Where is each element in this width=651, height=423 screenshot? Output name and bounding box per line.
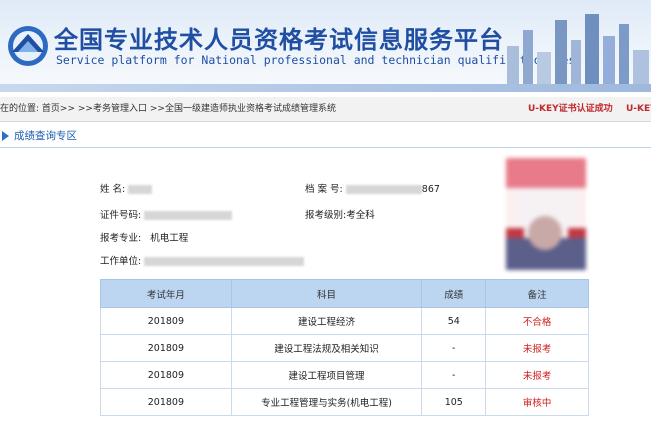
- cell-score: 105: [421, 388, 487, 416]
- major-label: 报考专业:: [100, 233, 142, 244]
- breadcrumb-trail: 在的位置: 首页>> >>考务管理入口 >>全国一级建造师执业资格考试成绩管理系…: [0, 97, 336, 121]
- name-label: 姓 名:: [100, 184, 126, 195]
- name-value-redacted: [128, 185, 153, 194]
- col-subject: 科目: [230, 279, 423, 308]
- cell-subject: 建设工程项目管理: [230, 361, 423, 389]
- archive-label: 档 案 号:: [305, 184, 343, 195]
- cell-date: 201809: [100, 388, 232, 416]
- name-field: 姓 名:: [100, 181, 153, 195]
- cell-score: 54: [421, 307, 487, 335]
- breadcrumb-system-link[interactable]: >>全国一级建造师执业资格考试成绩管理系统: [150, 104, 336, 114]
- site-banner: 全国专业技术人员资格考试信息服务平台 Service platform for …: [0, 0, 651, 92]
- table-row: 201809 建设工程法规及相关知识 - 未报考: [100, 334, 589, 362]
- work-label: 工作单位:: [100, 256, 142, 267]
- work-field: 工作单位:: [100, 253, 305, 267]
- candidate-photo: [506, 158, 586, 270]
- ukey-status: U-KEY证书认证成功: [528, 104, 613, 114]
- table-row: 201809 建设工程经济 54 不合格: [100, 307, 589, 335]
- col-note: 备注: [485, 279, 589, 308]
- cell-score: -: [421, 334, 487, 362]
- archive-value: 867: [421, 184, 440, 195]
- major-value: 机电工程: [150, 233, 189, 244]
- cell-date: 201809: [100, 334, 232, 362]
- major-field: 报考专业: 机电工程: [100, 230, 188, 244]
- cell-note: 审核中: [485, 388, 589, 416]
- work-value-redacted: [144, 257, 305, 266]
- breadcrumb: 在的位置: 首页>> >>考务管理入口 >>全国一级建造师执业资格考试成绩管理系…: [0, 97, 651, 122]
- breadcrumb-prefix: 在的位置:: [0, 104, 40, 114]
- site-logo-icon: [8, 26, 48, 66]
- section-header: 成绩查询专区: [0, 125, 651, 148]
- cell-subject: 建设工程经济: [230, 307, 423, 335]
- banner-stripe: [0, 84, 651, 92]
- ukey-status-cut: U-KEY: [626, 104, 651, 114]
- table-row: 201809 建设工程项目管理 - 未报考: [100, 361, 589, 389]
- table-row: 201809 专业工程管理与实务(机电工程) 105 审核中: [100, 388, 589, 416]
- level-field: 报考级别:考全科: [305, 207, 375, 221]
- arrow-right-icon: [2, 131, 9, 141]
- cell-subject: 建设工程法规及相关知识: [230, 334, 423, 362]
- cell-date: 201809: [100, 361, 232, 389]
- cell-score: -: [421, 361, 487, 389]
- level-label: 报考级别:: [305, 210, 347, 221]
- breadcrumb-exam-link[interactable]: >>考务管理入口: [78, 104, 147, 114]
- cell-note: 不合格: [485, 307, 589, 335]
- scores-table: 考试年月 科目 成绩 备注 201809 建设工程经济 54 不合格 20180…: [100, 279, 589, 416]
- cell-note: 未报考: [485, 361, 589, 389]
- breadcrumb-home-link[interactable]: 首页>>: [42, 104, 75, 114]
- id-field: 证件号码:: [100, 207, 233, 221]
- archive-value-redacted: [345, 185, 422, 194]
- archive-field: 档 案 号: 867: [305, 181, 440, 195]
- level-value: 考全科: [346, 210, 375, 221]
- cell-subject: 专业工程管理与实务(机电工程): [230, 388, 423, 416]
- id-value-redacted: [144, 211, 233, 220]
- col-score: 成绩: [421, 279, 487, 308]
- id-label: 证件号码:: [100, 210, 142, 221]
- city-skyline-icon: [507, 14, 649, 92]
- col-exam-date: 考试年月: [100, 279, 232, 308]
- table-header-row: 考试年月 科目 成绩 备注: [100, 279, 589, 308]
- section-title: 成绩查询专区: [14, 130, 77, 142]
- cell-note: 未报考: [485, 334, 589, 362]
- site-title: 全国专业技术人员资格考试信息服务平台: [54, 26, 504, 54]
- cell-date: 201809: [100, 307, 232, 335]
